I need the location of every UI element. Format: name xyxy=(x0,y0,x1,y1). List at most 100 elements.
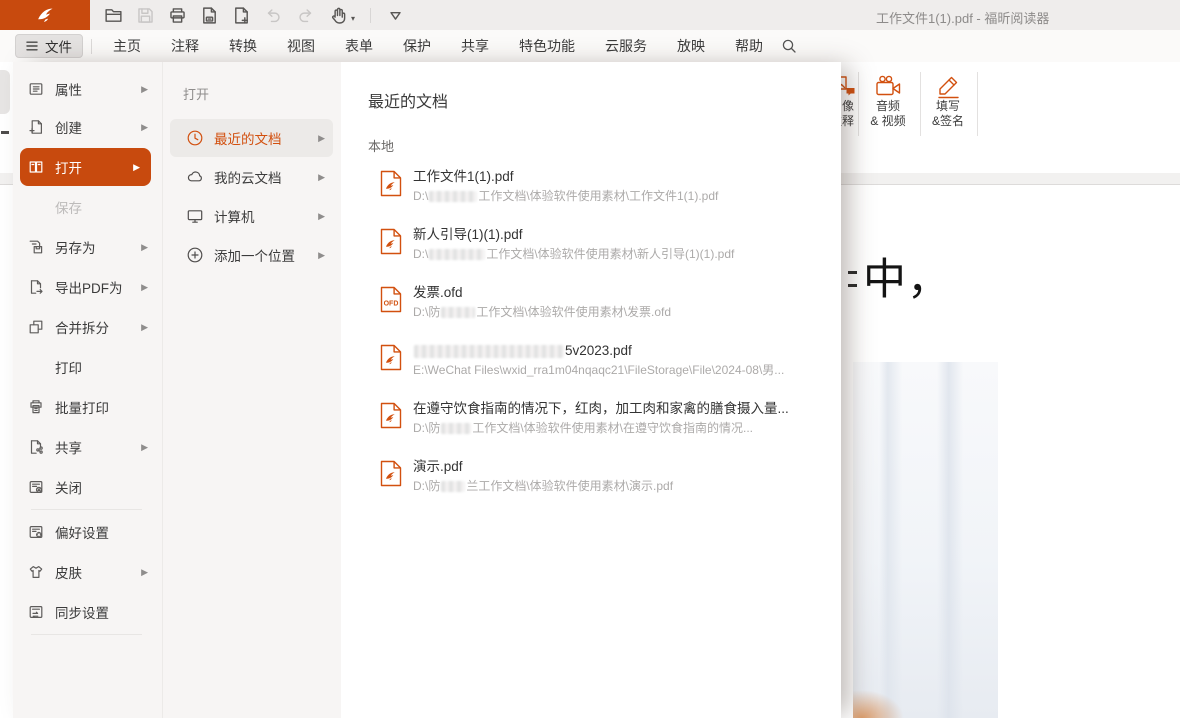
tab-放映[interactable]: 放映 xyxy=(662,31,720,62)
recent-file-row[interactable]: OFD 发票.ofdD:\防工作文档\体验软件使用素材\发票.ofd xyxy=(380,284,841,320)
hand-tool-button[interactable] xyxy=(328,6,347,25)
redacted-text xyxy=(441,423,471,434)
print-icon xyxy=(168,6,187,25)
ribbon-button-label: &签名 xyxy=(932,114,964,129)
dropdown-caret-icon: ▾ xyxy=(351,8,355,23)
svg-text:OFD: OFD xyxy=(384,301,399,308)
tab-特色功能[interactable]: 特色功能 xyxy=(504,31,590,62)
plus-circle-icon xyxy=(186,246,204,264)
file-menu-item-属性[interactable]: 属性▶ xyxy=(13,71,162,107)
open-panel-item-计算机[interactable]: 计算机▶ xyxy=(170,197,333,235)
folder-open-button[interactable] xyxy=(104,6,123,25)
save-button[interactable] xyxy=(136,6,155,25)
path-suffix: 兰工作文档\体验软件使用素材\演示.pdf xyxy=(466,479,673,493)
file-menu-item-label: 批量打印 xyxy=(55,397,109,417)
tab-表单[interactable]: 表单 xyxy=(330,31,388,62)
ofd-file-icon: OFD xyxy=(380,286,402,313)
recent-files-list: 工作文件1(1).pdfD:\工作文档\体验软件使用素材\工作文件1(1).pd… xyxy=(368,168,841,494)
recent-file-path: D:\防工作文档\体验软件使用素材\发票.ofd xyxy=(413,305,671,320)
tab-转换[interactable]: 转换 xyxy=(214,31,272,62)
recent-file-name: 新人引导(1)(1).pdf xyxy=(413,226,734,243)
pencil-icon xyxy=(933,73,963,99)
file-menu-item-共享[interactable]: 共享▶ xyxy=(13,427,162,467)
redo-button[interactable] xyxy=(296,6,315,25)
ribbon-button-fragment xyxy=(0,70,10,114)
ribbon-tabs: 主页注释转换视图表单保护共享特色功能云服务放映帮助 xyxy=(98,30,778,62)
tab-主页[interactable]: 主页 xyxy=(98,31,156,62)
recent-file-path: E:\WeChat Files\wxid_rra1m04nqaqc21\File… xyxy=(413,363,784,378)
ribbon-button-label: 音频 xyxy=(876,99,900,114)
merge-icon xyxy=(28,319,44,335)
file-menu-item-label: 同步设置 xyxy=(55,602,109,622)
path-prefix: D:\防 xyxy=(413,421,440,435)
open-icon xyxy=(28,159,44,175)
recent-file-text: 新人引导(1)(1).pdfD:\工作文档\体验软件使用素材\新人引导(1)(1… xyxy=(413,226,734,262)
recent-documents-title: 最近的文档 xyxy=(368,88,841,112)
chevron-down-button[interactable] xyxy=(386,6,405,25)
file-menu-item-皮肤[interactable]: 皮肤▶ xyxy=(13,552,162,592)
recent-file-name: 在遵守饮食指南的情况下，红肉，加工肉和家禽的膳食摄入量... xyxy=(413,400,789,417)
document-minus-icon xyxy=(200,6,219,25)
open-panel-item-我的云文档[interactable]: 我的云文档▶ xyxy=(170,158,333,196)
open-panel-item-label: 最近的文档 xyxy=(214,128,282,148)
file-menu-sidebar: 属性▶创建▶打开▶保存另存为▶导出PDF为▶合并拆分▶打印批量打印共享▶关闭偏好… xyxy=(13,62,163,718)
recent-file-text: 发票.ofdD:\防工作文档\体验软件使用素材\发票.ofd xyxy=(413,284,671,320)
file-menu-item-关闭[interactable]: 关闭 xyxy=(13,467,162,507)
file-menu-button-label: 文件 xyxy=(45,36,72,56)
pdf-file-icon xyxy=(380,170,402,197)
recent-file-name: 演示.pdf xyxy=(413,458,673,475)
open-panel-item-添加一个位置[interactable]: 添加一个位置▶ xyxy=(170,236,333,274)
file-menu-item-导出PDF为[interactable]: 导出PDF为▶ xyxy=(13,267,162,307)
recent-file-row[interactable]: 在遵守饮食指南的情况下，红肉，加工肉和家禽的膳食摄入量...D:\防工作文档\体… xyxy=(380,400,841,436)
file-menu-item-打开[interactable]: 打开▶ xyxy=(20,148,151,186)
file-menu-item-另存为[interactable]: 另存为▶ xyxy=(13,227,162,267)
app-logo[interactable] xyxy=(0,0,90,30)
ribbon-button-音频& 视频[interactable]: 音频& 视频 xyxy=(860,67,916,167)
tab-视图[interactable]: 视图 xyxy=(272,31,330,62)
recent-group-label: 本地 xyxy=(368,136,841,155)
tab-注释[interactable]: 注释 xyxy=(156,31,214,62)
tab-云服务[interactable]: 云服务 xyxy=(590,31,662,62)
path-suffix: 工作文档\体验软件使用素材\发票.ofd xyxy=(476,305,671,319)
redacted-text xyxy=(441,481,465,492)
tab-帮助[interactable]: 帮助 xyxy=(720,31,778,62)
sidebar-divider xyxy=(31,509,142,510)
open-panel-header: 打开 xyxy=(163,84,341,103)
cloud-icon xyxy=(186,168,204,186)
tab-保护[interactable]: 保护 xyxy=(388,31,446,62)
document-image xyxy=(853,362,998,718)
path-prefix: E:\WeChat Files\wxid_rra1m04nqaqc21\File… xyxy=(413,363,784,377)
file-menu-item-创建[interactable]: 创建▶ xyxy=(13,107,162,147)
document-minus-button[interactable] xyxy=(200,6,219,25)
file-menu-item-打印[interactable]: 打印 xyxy=(13,347,162,387)
path-suffix: 工作文档\体验软件使用素材\新人引导(1)(1).pdf xyxy=(486,247,734,261)
file-menu-button[interactable]: 文件 xyxy=(15,34,83,58)
video-camera-icon xyxy=(873,73,903,99)
undo-button[interactable] xyxy=(264,6,283,25)
file-menu-item-批量打印[interactable]: 批量打印 xyxy=(13,387,162,427)
recent-file-row[interactable]: 演示.pdf D:\防 兰工作文档\体验软件使用素材\演示.pdf xyxy=(380,458,841,494)
submenu-arrow-icon: ▶ xyxy=(141,567,148,578)
document-plus-button[interactable] xyxy=(232,6,251,25)
recent-file-row[interactable]: 5v2023.pdfE:\WeChat Files\wxid_rra1m04nq… xyxy=(380,342,841,378)
menubar-divider xyxy=(91,39,92,54)
properties-icon xyxy=(28,81,44,97)
recent-file-row[interactable]: 新人引导(1)(1).pdfD:\工作文档\体验软件使用素材\新人引导(1)(1… xyxy=(380,226,841,262)
hamburger-icon xyxy=(26,41,38,51)
search-button[interactable] xyxy=(776,33,802,59)
recent-file-row[interactable]: 工作文件1(1).pdfD:\工作文档\体验软件使用素材\工作文件1(1).pd… xyxy=(380,168,841,204)
print-button[interactable] xyxy=(168,6,187,25)
tab-共享[interactable]: 共享 xyxy=(446,31,504,62)
open-panel-item-最近的文档[interactable]: 最近的文档▶ xyxy=(170,119,333,157)
ribbon-button-填写&签名[interactable]: 填写&签名 xyxy=(922,67,974,167)
ribbon-button-label: 填写 xyxy=(936,99,960,114)
path-prefix: D:\防 xyxy=(413,479,440,493)
file-menu-item-合并拆分[interactable]: 合并拆分▶ xyxy=(13,307,162,347)
file-menu-item-同步设置[interactable]: 同步设置 xyxy=(13,592,162,632)
path-suffix: 工作文档\体验软件使用素材\工作文件1(1).pdf xyxy=(478,189,718,203)
submenu-arrow-icon: ▶ xyxy=(141,242,148,253)
file-menu-item-偏好设置[interactable]: 偏好设置 xyxy=(13,512,162,552)
clipped-glyph-fragment xyxy=(848,284,857,287)
submenu-arrow-icon: ▶ xyxy=(141,122,148,133)
foxit-bird-icon xyxy=(34,4,56,26)
